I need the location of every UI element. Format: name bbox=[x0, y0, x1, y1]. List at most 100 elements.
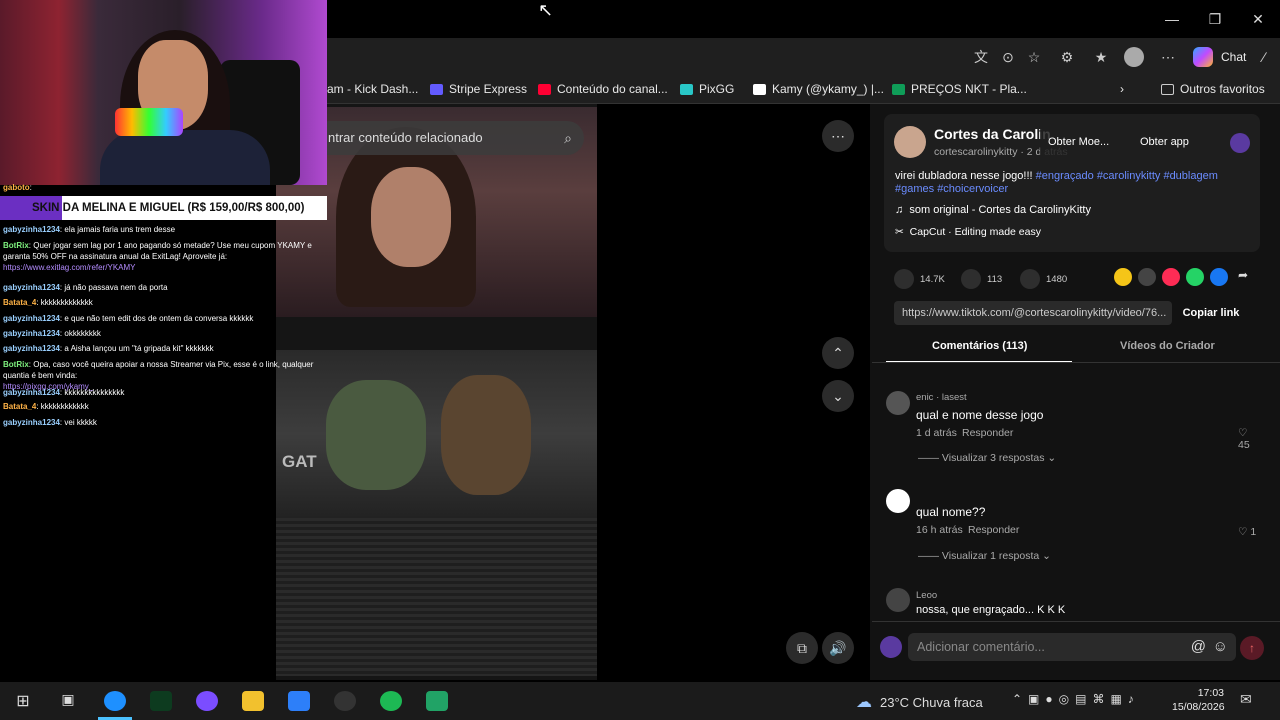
minimize-button[interactable]: — bbox=[1158, 6, 1186, 32]
bookmark-tiktok[interactable]: Kamy (@ykamy_) |... bbox=[753, 82, 884, 96]
chat-text: : a Aisha lançou um "tá gripada kit" kkk… bbox=[59, 344, 214, 353]
chat-message: gabyzinha1234: okkkkkkkk bbox=[3, 328, 318, 339]
chat-text: : ela jamais faria uns trem desse bbox=[59, 225, 176, 234]
sound-link[interactable]: ♫ som original - Cortes da CarolinyKitty bbox=[895, 204, 1091, 216]
creator-name[interactable]: Cortes da Carolin bbox=[934, 126, 1051, 142]
capcut-icon: ✂ bbox=[895, 226, 904, 238]
share-arrow-icon[interactable]: ➦ bbox=[1234, 268, 1252, 286]
like-button[interactable]: 14.7K bbox=[894, 269, 945, 289]
chat-message: Batata_4: kkkkkkkkkkkkk bbox=[3, 297, 318, 308]
user-avatar[interactable] bbox=[1230, 133, 1250, 153]
previous-video-button[interactable]: ⌃ bbox=[822, 337, 854, 369]
clock[interactable]: 17:03 15/08/2026 bbox=[1172, 686, 1225, 714]
chat-text: : Opa, caso você queira apoiar a nossa S… bbox=[3, 360, 314, 380]
more-options-button[interactable]: ⋯ bbox=[822, 120, 854, 152]
obter-moe-button[interactable]: Obter Moe... bbox=[1048, 136, 1109, 148]
system-tray-icons[interactable]: ⌃▣●◎▤⌘▦♪ bbox=[1012, 692, 1140, 706]
chat-username: gabyzinha1234 bbox=[3, 329, 60, 338]
mention-icon[interactable]: @ bbox=[1191, 633, 1206, 661]
chat-message: gabyzinha1234: ela jamais faria uns trem… bbox=[3, 224, 318, 235]
search-icon[interactable]: ⌕ bbox=[564, 121, 572, 155]
save-button[interactable]: 1480 bbox=[1020, 269, 1067, 289]
chat-link[interactable]: https://www.exitlag.com/refer/YKAMY bbox=[3, 263, 136, 272]
comment-like-button[interactable]: ♡ 1 bbox=[1238, 526, 1256, 538]
favorite-star-icon[interactable]: ☆ bbox=[1025, 48, 1043, 66]
bookmark-stripe[interactable]: Stripe Express bbox=[430, 82, 527, 96]
weather-widget[interactable]: ☁ 23°C Chuva fraca bbox=[856, 692, 983, 712]
obs-icon[interactable] bbox=[334, 691, 356, 711]
favorites-icon[interactable]: ★ bbox=[1092, 48, 1110, 66]
notifications-icon[interactable]: ✉ bbox=[1240, 691, 1252, 708]
comment-like-button[interactable]: ♡ 45 bbox=[1238, 427, 1262, 451]
sidebar-toggle-icon[interactable]: ∕ bbox=[1255, 48, 1273, 66]
zoom-icon[interactable]: ⊙ bbox=[999, 48, 1017, 66]
edge-icon[interactable] bbox=[104, 691, 126, 711]
video-link-field[interactable]: https://www.tiktok.com/@cortescarolinyki… bbox=[894, 301, 1172, 325]
tab-comments[interactable]: Comentários (113) bbox=[932, 340, 1027, 352]
commenter-name[interactable]: enic · lasest bbox=[916, 392, 967, 403]
embed-icon[interactable] bbox=[1138, 268, 1156, 286]
reply-button[interactable]: Responder bbox=[962, 427, 1013, 439]
bookmark-youtube[interactable]: Conteúdo do canal... bbox=[538, 82, 668, 96]
view-replies-button[interactable]: —— Visualizar 1 resposta ⌄ bbox=[918, 550, 1051, 562]
bookmark-other-favorites[interactable]: Outros favoritos bbox=[1161, 82, 1265, 96]
pixgg-icon bbox=[680, 83, 693, 95]
chat-username: gabyzinha1234 bbox=[3, 344, 60, 353]
creator-avatar[interactable] bbox=[894, 126, 926, 158]
volume-button[interactable]: 🔊 bbox=[822, 632, 854, 664]
chat-username: gaboto bbox=[3, 183, 30, 192]
extension-icon[interactable]: ⚙ bbox=[1058, 48, 1076, 66]
commenter-avatar[interactable] bbox=[886, 489, 910, 513]
profile-avatar[interactable] bbox=[1124, 47, 1144, 67]
task-view-icon[interactable]: ▣ bbox=[57, 691, 79, 711]
video-info-box: Cortes da Carolin cortescarolinykitty · … bbox=[884, 114, 1260, 252]
close-button[interactable]: ✕ bbox=[1244, 6, 1272, 32]
capcut-link[interactable]: ✂ CapCut · Editing made easy bbox=[895, 226, 1041, 238]
bookmark-kick[interactable]: am - Kick Dash... bbox=[327, 82, 418, 96]
discord-icon[interactable] bbox=[196, 691, 218, 711]
commenter-avatar[interactable] bbox=[886, 588, 910, 612]
sheets-app-icon[interactable] bbox=[426, 691, 448, 711]
tab-creator-videos[interactable]: Vídeos do Criador bbox=[1120, 340, 1215, 352]
repost-icon[interactable] bbox=[1114, 268, 1132, 286]
my-avatar[interactable] bbox=[880, 636, 902, 658]
whatsapp-icon[interactable] bbox=[1186, 268, 1204, 286]
comment-text: nossa, que engraçado... K K K bbox=[916, 604, 1066, 616]
chat-text: : kkkkkkkkkkkk bbox=[36, 402, 89, 411]
bookmark-pixgg[interactable]: PixGG bbox=[680, 82, 734, 96]
facebook-icon[interactable] bbox=[1210, 268, 1228, 286]
chat-username: gabyzinha1234 bbox=[3, 283, 60, 292]
cloud-rain-icon: ☁ bbox=[856, 694, 872, 711]
send-comment-button[interactable]: ↑ bbox=[1240, 636, 1264, 660]
copy-link-button[interactable]: Copiar link bbox=[1176, 301, 1246, 325]
view-replies-button[interactable]: —— Visualizar 3 respostas ⌄ bbox=[918, 452, 1056, 464]
mail-icon[interactable] bbox=[288, 691, 310, 711]
windows-start-icon[interactable]: ⊞ bbox=[12, 691, 34, 711]
bookmark-sheets[interactable]: PREÇOS NKT - Pla... bbox=[892, 82, 1027, 96]
emoji-icon[interactable]: ☺ bbox=[1213, 633, 1228, 661]
commenter-avatar[interactable] bbox=[886, 391, 910, 415]
obter-app-button[interactable]: Obter app bbox=[1140, 136, 1189, 148]
bookmarks-more-chevron-icon[interactable]: › bbox=[1120, 82, 1124, 96]
pip-button[interactable]: ⧉ bbox=[786, 632, 818, 664]
music-note-icon: ♫ bbox=[895, 204, 904, 216]
chat-message: Batata_4: kkkkkkkkkkkk bbox=[3, 401, 318, 412]
send-icon[interactable] bbox=[1162, 268, 1180, 286]
popup-bar: Obter Moe... Obter app bbox=[1040, 128, 1260, 158]
file-explorer-icon[interactable] bbox=[242, 691, 264, 711]
sheets-icon bbox=[892, 83, 905, 95]
comment-time: 1 d atrás bbox=[916, 427, 957, 439]
reply-button[interactable]: Responder bbox=[968, 524, 1019, 536]
translate-icon[interactable]: 文 bbox=[972, 48, 990, 66]
maximize-button[interactable]: ❐ bbox=[1201, 6, 1229, 32]
commenter-name[interactable]: Leoo bbox=[916, 590, 937, 601]
chat-text: : okkkkkkkk bbox=[59, 329, 101, 338]
next-video-button[interactable]: ⌄ bbox=[822, 380, 854, 412]
app-green-icon[interactable] bbox=[150, 691, 172, 711]
copilot-chat-button[interactable]: Chat bbox=[1193, 47, 1246, 67]
comment-input[interactable]: Adicionar comentário... @ ☺ bbox=[908, 633, 1236, 661]
spotify-icon[interactable] bbox=[380, 691, 402, 711]
more-menu-icon[interactable]: ⋯ bbox=[1159, 48, 1177, 66]
comment-button[interactable]: 113 bbox=[961, 269, 1002, 289]
related-search-input[interactable]: ntrar conteúdo relacionado ⌕ bbox=[312, 121, 584, 155]
